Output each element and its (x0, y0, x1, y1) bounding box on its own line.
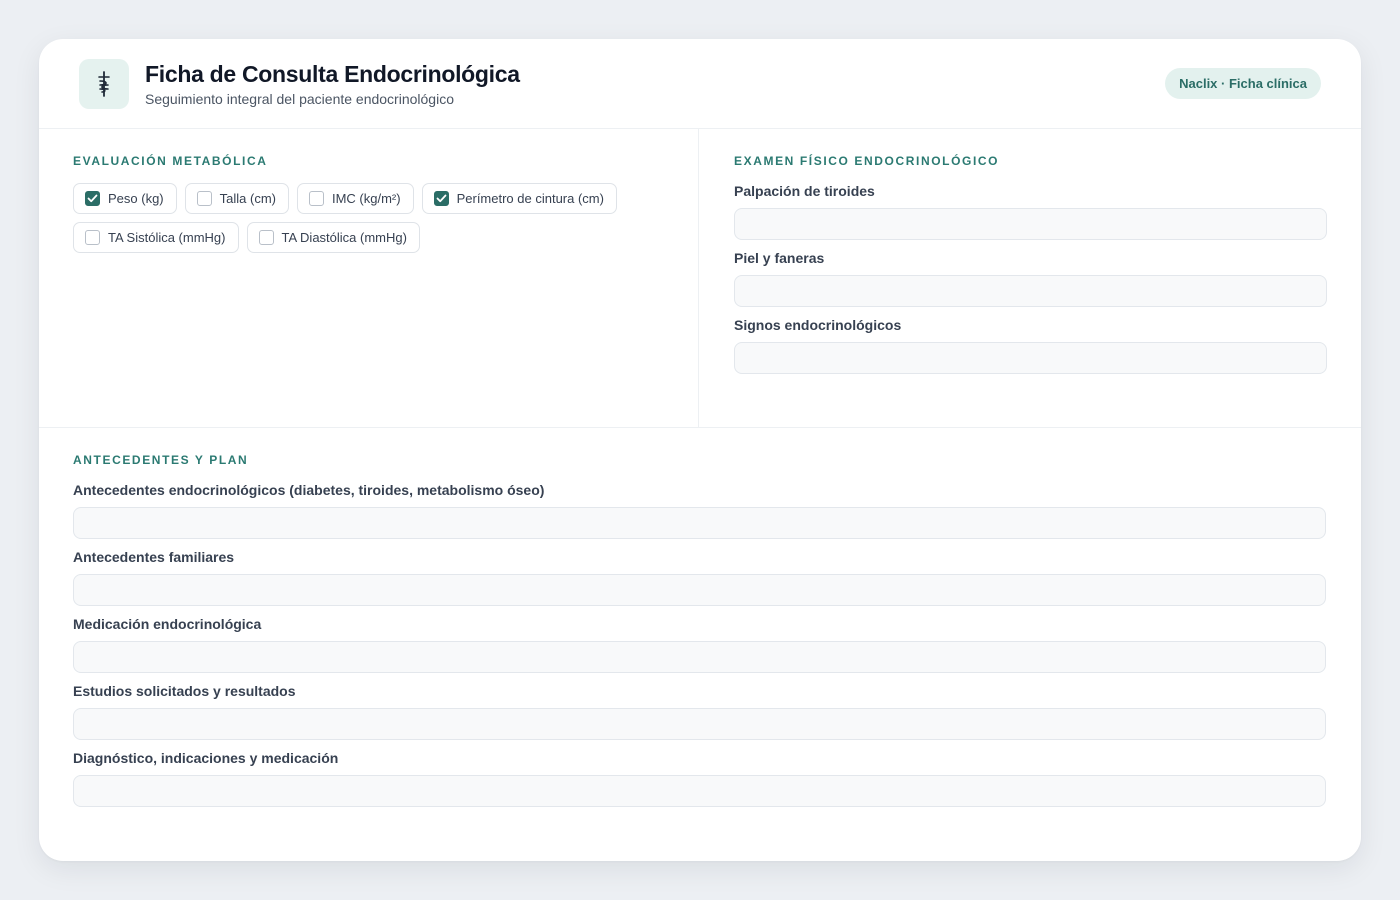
checkbox-checked-icon[interactable] (85, 191, 100, 206)
checkbox-label: IMC (kg/m²) (331, 191, 401, 206)
physical-exam-section: EXAMEN FÍSICO ENDOCRINOLÓGICO Palpación … (699, 129, 1361, 427)
checkbox-label: Peso (kg) (108, 191, 164, 206)
checkbox-label: TA Sistólica (mmHg) (108, 230, 226, 245)
checkbox-talla[interactable]: Talla (cm) (184, 183, 289, 214)
signos-endocrinologicos-input[interactable] (734, 342, 1327, 374)
caduceus-icon (98, 71, 110, 97)
estudios-solicitados-input[interactable] (73, 708, 1326, 740)
field-label: Medicación endocrinológica (73, 616, 262, 632)
checkbox-ta-sistolica[interactable]: TA Sistólica (mmHg) (73, 222, 239, 253)
checkbox-peso[interactable]: Peso (kg) (73, 183, 177, 214)
field-medicacion-endocrinologica: Medicación endocrinológica (73, 615, 1326, 673)
consultation-card: Ficha de Consulta Endocrinológica Seguim… (39, 39, 1361, 861)
metabolic-section: EVALUACIÓN METABÓLICA Peso (kg) Talla (c… (39, 129, 699, 427)
metabolic-checklist: Peso (kg) Talla (cm) IMC (kg/m²) Perímet… (73, 183, 673, 253)
physical-section-title: EXAMEN FÍSICO ENDOCRINOLÓGICO (734, 154, 1000, 168)
field-antecedentes-familiares: Antecedentes familiares (73, 548, 1326, 606)
checkbox-unchecked-icon[interactable] (258, 230, 274, 245)
palpacion-tiroides-input[interactable] (734, 208, 1327, 240)
field-signos-endocrinologicos: Signos endocrinológicos (734, 316, 1327, 374)
checkbox-imc[interactable]: IMC (kg/m²) (296, 183, 414, 214)
piel-faneras-input[interactable] (734, 275, 1327, 307)
history-plan-section: ANTECEDENTES Y PLAN Antecedentes endocri… (39, 427, 1361, 861)
physical-fields: Palpación de tiroides Piel y faneras Sig… (734, 182, 1327, 383)
field-palpacion-tiroides: Palpación de tiroides (734, 182, 1327, 240)
checkbox-checked-icon[interactable] (433, 191, 449, 206)
field-piel-faneras: Piel y faneras (734, 249, 1327, 307)
field-label: Antecedentes endocrinológicos (diabetes,… (73, 482, 545, 498)
history-fields: Antecedentes endocrinológicos (diabetes,… (73, 481, 1326, 816)
field-label: Diagnóstico, indicaciones y medicación (73, 750, 339, 766)
field-label: Antecedentes familiares (73, 549, 235, 565)
checkbox-unchecked-icon[interactable] (85, 230, 100, 245)
checkbox-unchecked-icon[interactable] (196, 191, 212, 206)
checkbox-unchecked-icon[interactable] (308, 191, 324, 206)
header: Ficha de Consulta Endocrinológica Seguim… (39, 39, 1361, 129)
checkbox-perimetro-cintura[interactable]: Perímetro de cintura (cm) (421, 183, 617, 214)
field-label: Estudios solicitados y resultados (73, 683, 296, 699)
app-badge: Naclix · Ficha clínica (1165, 68, 1321, 99)
checkbox-label: Perímetro de cintura (cm) (456, 191, 604, 206)
field-label: Signos endocrinológicos (734, 317, 902, 333)
checkbox-ta-diastolica[interactable]: TA Diastólica (mmHg) (246, 222, 420, 253)
field-estudios-solicitados: Estudios solicitados y resultados (73, 682, 1326, 740)
field-diagnostico-indicaciones: Diagnóstico, indicaciones y medicación (73, 749, 1326, 807)
diagnostico-indicaciones-input[interactable] (73, 775, 1326, 807)
metabolic-section-title: EVALUACIÓN METABÓLICA (73, 154, 268, 168)
medicacion-endocrinologica-input[interactable] (73, 641, 1326, 673)
field-antecedentes-endocrinologicos: Antecedentes endocrinológicos (diabetes,… (73, 481, 1326, 539)
field-label: Palpación de tiroides (734, 183, 875, 199)
page-title: Ficha de Consulta Endocrinológica (145, 61, 520, 87)
field-label: Piel y faneras (734, 250, 825, 266)
antecedentes-endocrinologicos-input[interactable] (73, 507, 1326, 539)
checkbox-label: TA Diastólica (mmHg) (281, 230, 407, 245)
page-subtitle: Seguimiento integral del paciente endocr… (145, 91, 454, 107)
antecedentes-familiares-input[interactable] (73, 574, 1326, 606)
logo (79, 59, 129, 109)
checkbox-label: Talla (cm) (219, 191, 276, 206)
history-section-title: ANTECEDENTES Y PLAN (73, 453, 249, 467)
